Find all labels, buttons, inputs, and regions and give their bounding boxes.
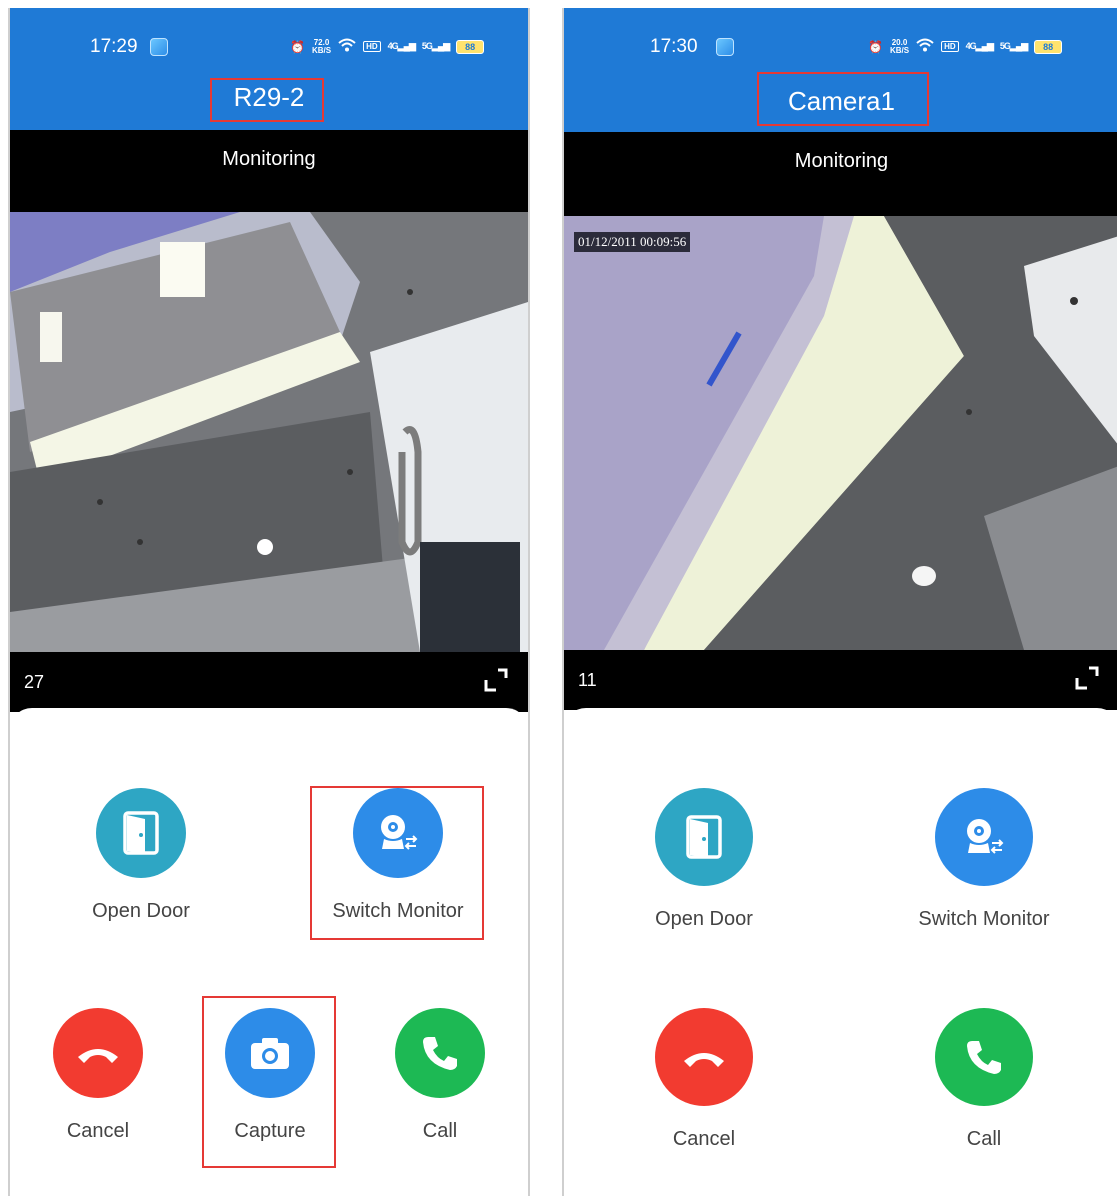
status-bar: 17:29 ⏰ 72.0 KB/S HD 4G▂▄▆ 5G▂▄▆ 88 — [10, 34, 528, 60]
hangup-icon — [655, 1008, 753, 1106]
monitor-status-band: Monitoring — [10, 130, 528, 212]
open-door-button[interactable]: Open Door — [614, 788, 794, 931]
video-frame — [10, 212, 528, 652]
switch-monitor-button[interactable]: Switch Monitor — [894, 788, 1074, 931]
video-feed[interactable]: 01/12/2011 00:09:56 — [564, 216, 1117, 650]
video-controls-bar: 27 — [10, 652, 528, 712]
highlight-title-box — [757, 72, 929, 126]
action-sheet: Open Door Switch Monitor Cancel Call — [564, 708, 1117, 1196]
highlight-switch-monitor-box — [310, 786, 484, 940]
call-button[interactable]: Call — [352, 1008, 528, 1143]
hd-badge: HD — [363, 41, 381, 52]
highlight-title-box — [210, 78, 324, 122]
monitor-status-band: Monitoring — [564, 132, 1117, 216]
net-speed: 20.0 KB/S — [889, 37, 910, 55]
alarm-icon: ⏰ — [868, 39, 883, 54]
call-label: Call — [966, 1128, 1002, 1150]
video-timestamp: 01/12/2011 00:09:56 — [574, 232, 691, 252]
phone-icon — [395, 1008, 485, 1098]
app-notification-icon — [716, 38, 734, 56]
open-door-label: Open Door — [92, 900, 190, 922]
call-timer: 27 — [24, 672, 45, 692]
phone-icon — [935, 1008, 1033, 1106]
hangup-icon — [53, 1008, 143, 1098]
open-door-button[interactable]: Open Door — [51, 788, 231, 923]
switch-monitor-icon — [935, 788, 1033, 886]
signal-4g-icon: 4G▂▄▆ — [965, 41, 994, 51]
monitoring-label: Monitoring — [794, 150, 889, 172]
battery-icon: 88 — [1034, 39, 1063, 54]
cancel-label: Cancel — [66, 1120, 130, 1142]
signal-5g-icon: 5G▂▄▆ — [421, 41, 450, 51]
call-button[interactable]: Call — [894, 1008, 1074, 1151]
alarm-icon: ⏰ — [290, 39, 305, 54]
status-bar: 17:30 ⏰ 20.0 KB/S HD 4G▂▄▆ 5G▂▄▆ 88 — [564, 34, 1117, 60]
switch-monitor-label: Switch Monitor — [918, 908, 1050, 930]
wifi-icon — [338, 38, 356, 55]
door-icon — [96, 788, 186, 878]
status-icons: ⏰ 20.0 KB/S HD 4G▂▄▆ 5G▂▄▆ 88 — [868, 37, 1063, 55]
status-time: 17:30 — [650, 36, 698, 57]
video-controls-bar: 11 — [564, 650, 1117, 710]
fullscreen-icon[interactable] — [482, 666, 510, 694]
signal-5g-icon: 5G▂▄▆ — [999, 41, 1028, 51]
cancel-label: Cancel — [672, 1128, 736, 1150]
status-icons: ⏰ 72.0 KB/S HD 4G▂▄▆ 5G▂▄▆ 88 — [290, 37, 485, 55]
right-phone-screen: 17:30 ⏰ 20.0 KB/S HD 4G▂▄▆ 5G▂▄▆ 88 Camer… — [562, 8, 1117, 1196]
call-label: Call — [422, 1120, 458, 1142]
battery-icon: 88 — [456, 39, 485, 54]
cancel-button[interactable]: Cancel — [614, 1008, 794, 1151]
open-door-label: Open Door — [655, 908, 753, 930]
wifi-icon — [916, 38, 934, 55]
left-phone-screen: 17:29 ⏰ 72.0 KB/S HD 4G▂▄▆ 5G▂▄▆ 88 R29-2… — [8, 8, 530, 1196]
app-notification-icon — [150, 38, 168, 56]
video-frame — [564, 216, 1117, 650]
status-time: 17:29 — [90, 36, 138, 57]
highlight-capture-box — [202, 996, 336, 1168]
cancel-button[interactable]: Cancel — [10, 1008, 186, 1143]
video-feed[interactable] — [10, 212, 528, 652]
signal-4g-icon: 4G▂▄▆ — [387, 41, 416, 51]
net-speed: 72.0 KB/S — [311, 37, 332, 55]
door-icon — [655, 788, 753, 886]
call-timer: 11 — [578, 670, 597, 690]
hd-badge: HD — [941, 41, 959, 52]
fullscreen-icon[interactable] — [1073, 664, 1101, 692]
monitoring-label: Monitoring — [222, 148, 316, 170]
